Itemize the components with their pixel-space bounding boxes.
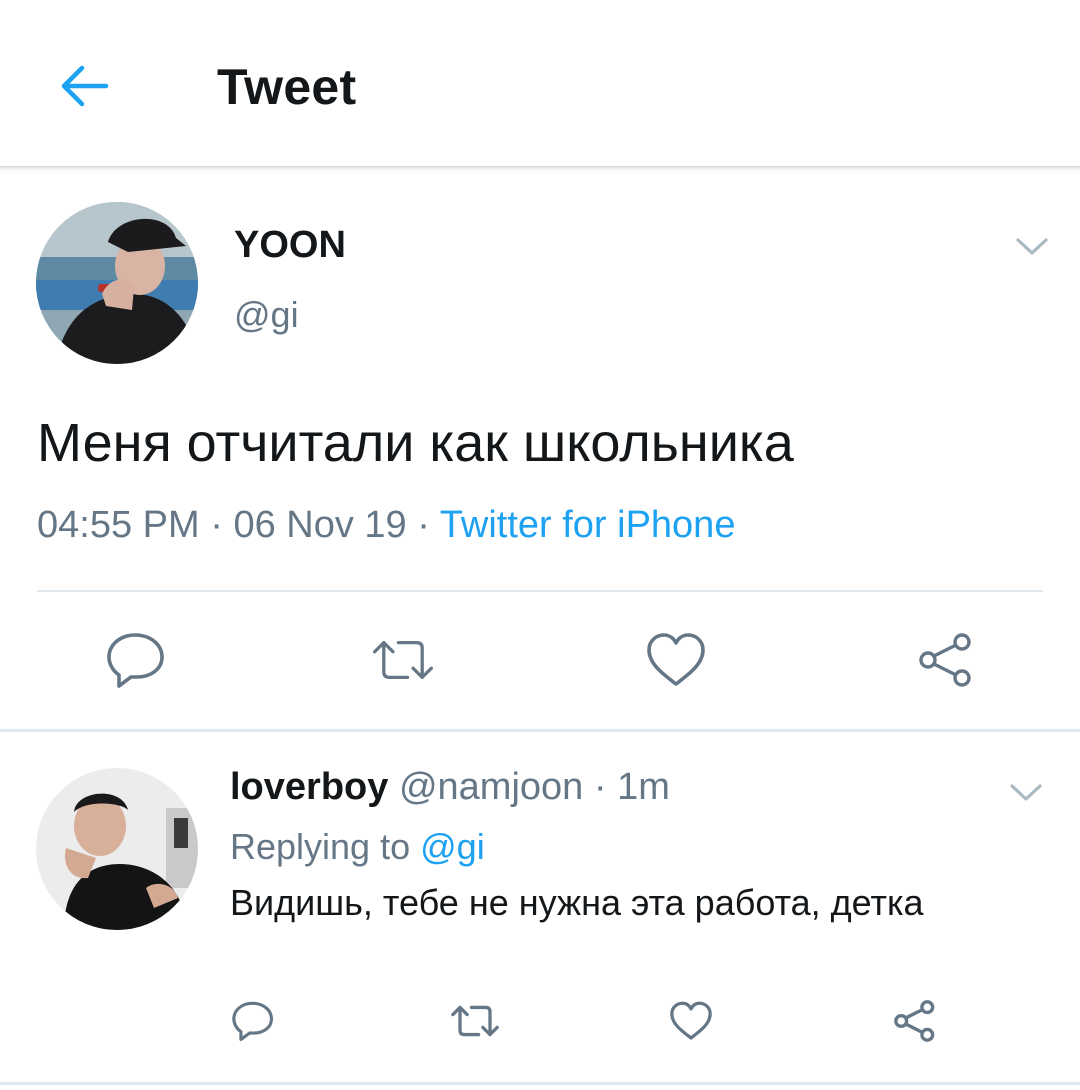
reply-header: loverboy @namjoon · 1m (230, 766, 670, 809)
reply-age: 1m (617, 766, 670, 808)
reply-author-handle[interactable]: @namjoon (399, 766, 583, 808)
tweet-meta: 04:55 PM · 06 Nov 19 · Twitter for iPhon… (37, 504, 735, 547)
reply-menu-button[interactable] (1004, 778, 1048, 808)
reply-reply-button[interactable] (228, 996, 278, 1046)
share-button[interactable] (914, 628, 978, 692)
retweet-button[interactable] (371, 628, 435, 692)
header-divider (0, 166, 1080, 174)
tweet-time: 04:55 PM (37, 504, 200, 546)
share-icon (894, 1000, 935, 1042)
replying-to: Replying to @gi (230, 826, 485, 868)
reply-like-button[interactable] (666, 996, 716, 1046)
reply-text: Видишь, тебе не нужна эта работа, детка (230, 882, 924, 923)
top-bar: Tweet (0, 0, 1080, 168)
tweet-menu-button[interactable] (1010, 232, 1054, 262)
chevron-down-icon (1016, 238, 1048, 255)
meta-separator: · (210, 504, 234, 546)
reply-share-button[interactable] (890, 996, 940, 1046)
arrow-left-icon (61, 65, 109, 107)
author-handle[interactable]: @gi (234, 294, 299, 336)
like-icon (670, 1001, 712, 1040)
like-button[interactable] (644, 628, 708, 692)
avatar[interactable] (36, 202, 198, 364)
author-name[interactable]: YOON (234, 224, 346, 267)
meta-separator: · (593, 766, 618, 808)
tweet-text: Меня отчитали как школьника (37, 413, 794, 473)
reply-icon (107, 633, 164, 688)
section-divider (0, 1082, 1080, 1085)
divider (37, 590, 1043, 592)
reply-author-name[interactable]: loverboy (230, 766, 388, 808)
like-icon (647, 633, 705, 686)
page-title: Tweet (217, 59, 357, 115)
chevron-down-icon (1010, 784, 1042, 801)
retweet-icon (373, 640, 433, 680)
tweet-date: 06 Nov 19 (233, 504, 407, 546)
tweet-source-link[interactable]: Twitter for iPhone (440, 504, 736, 546)
back-button[interactable] (56, 58, 112, 114)
replying-to-mention[interactable]: @gi (420, 826, 485, 867)
reply-icon (232, 1001, 274, 1042)
share-icon (919, 633, 971, 687)
reply-button[interactable] (104, 628, 168, 692)
reply-avatar[interactable] (36, 768, 198, 930)
section-divider (0, 729, 1080, 732)
reply-retweet-button[interactable] (450, 996, 500, 1046)
meta-separator: · (417, 504, 440, 546)
replying-label: Replying to (230, 826, 411, 867)
retweet-icon (451, 1005, 499, 1037)
